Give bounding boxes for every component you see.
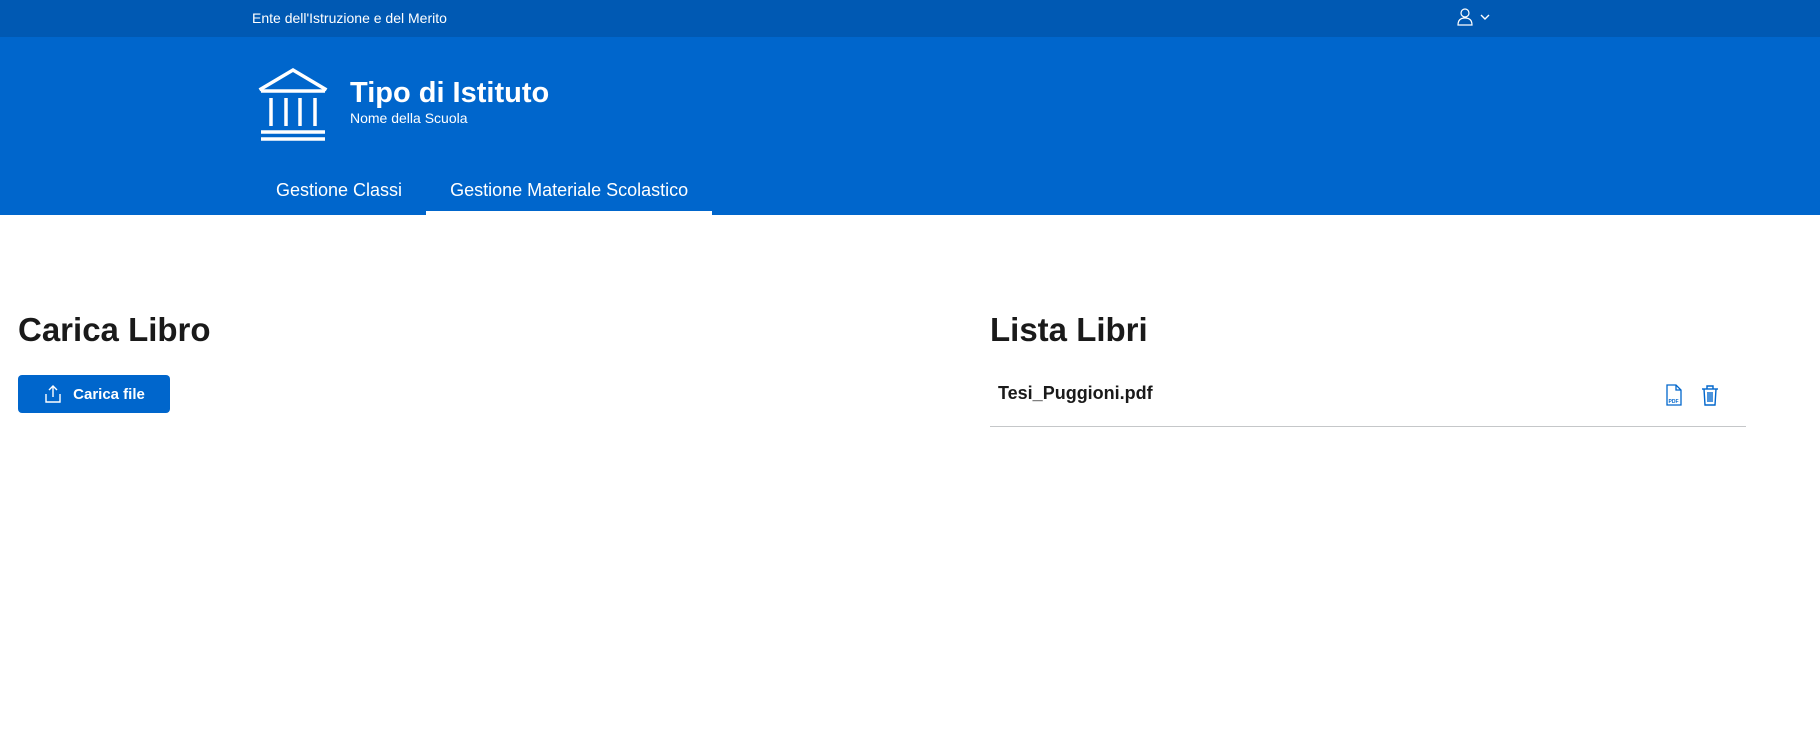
svg-text:PDF: PDF — [1669, 399, 1679, 405]
main-content: Carica Libro Carica file Lista Libri Tes… — [0, 215, 1820, 743]
book-list: Tesi_Puggioni.pdf PDF — [990, 363, 1746, 427]
pdf-file-icon[interactable]: PDF — [1664, 383, 1684, 407]
brand-title: Tipo di Istituto — [350, 77, 550, 109]
upload-file-button[interactable]: Carica file — [18, 375, 170, 413]
user-icon[interactable] — [1456, 7, 1474, 27]
upload-section-title: Carica Libro — [18, 311, 211, 348]
main-nav: Gestione Classi Gestione Materiale Scola… — [252, 170, 713, 215]
book-list-title: Lista Libri — [990, 311, 1148, 348]
slim-header: Ente dell'Istruzione e del Merito — [0, 0, 1820, 37]
slim-header-title[interactable]: Ente dell'Istruzione e del Merito — [252, 8, 447, 28]
file-name: Tesi_Puggioni.pdf — [998, 383, 1153, 403]
file-actions: PDF — [1664, 383, 1720, 407]
upload-icon — [43, 384, 63, 404]
user-menu[interactable] — [1456, 5, 1490, 29]
brand-subtitle: Nome della Scuola — [350, 110, 468, 126]
center-header: Tipo di Istituto Nome della Scuola Gesti… — [0, 37, 1820, 215]
trash-icon[interactable] — [1700, 383, 1720, 407]
nav-item-gestione-materiale-scolastico[interactable]: Gestione Materiale Scolastico — [426, 170, 713, 215]
nav-item-gestione-classi[interactable]: Gestione Classi — [252, 170, 426, 215]
institution-icon — [258, 67, 328, 143]
chevron-down-icon[interactable] — [1480, 13, 1490, 21]
list-item: Tesi_Puggioni.pdf PDF — [990, 363, 1746, 427]
upload-button-label: Carica file — [73, 385, 145, 403]
